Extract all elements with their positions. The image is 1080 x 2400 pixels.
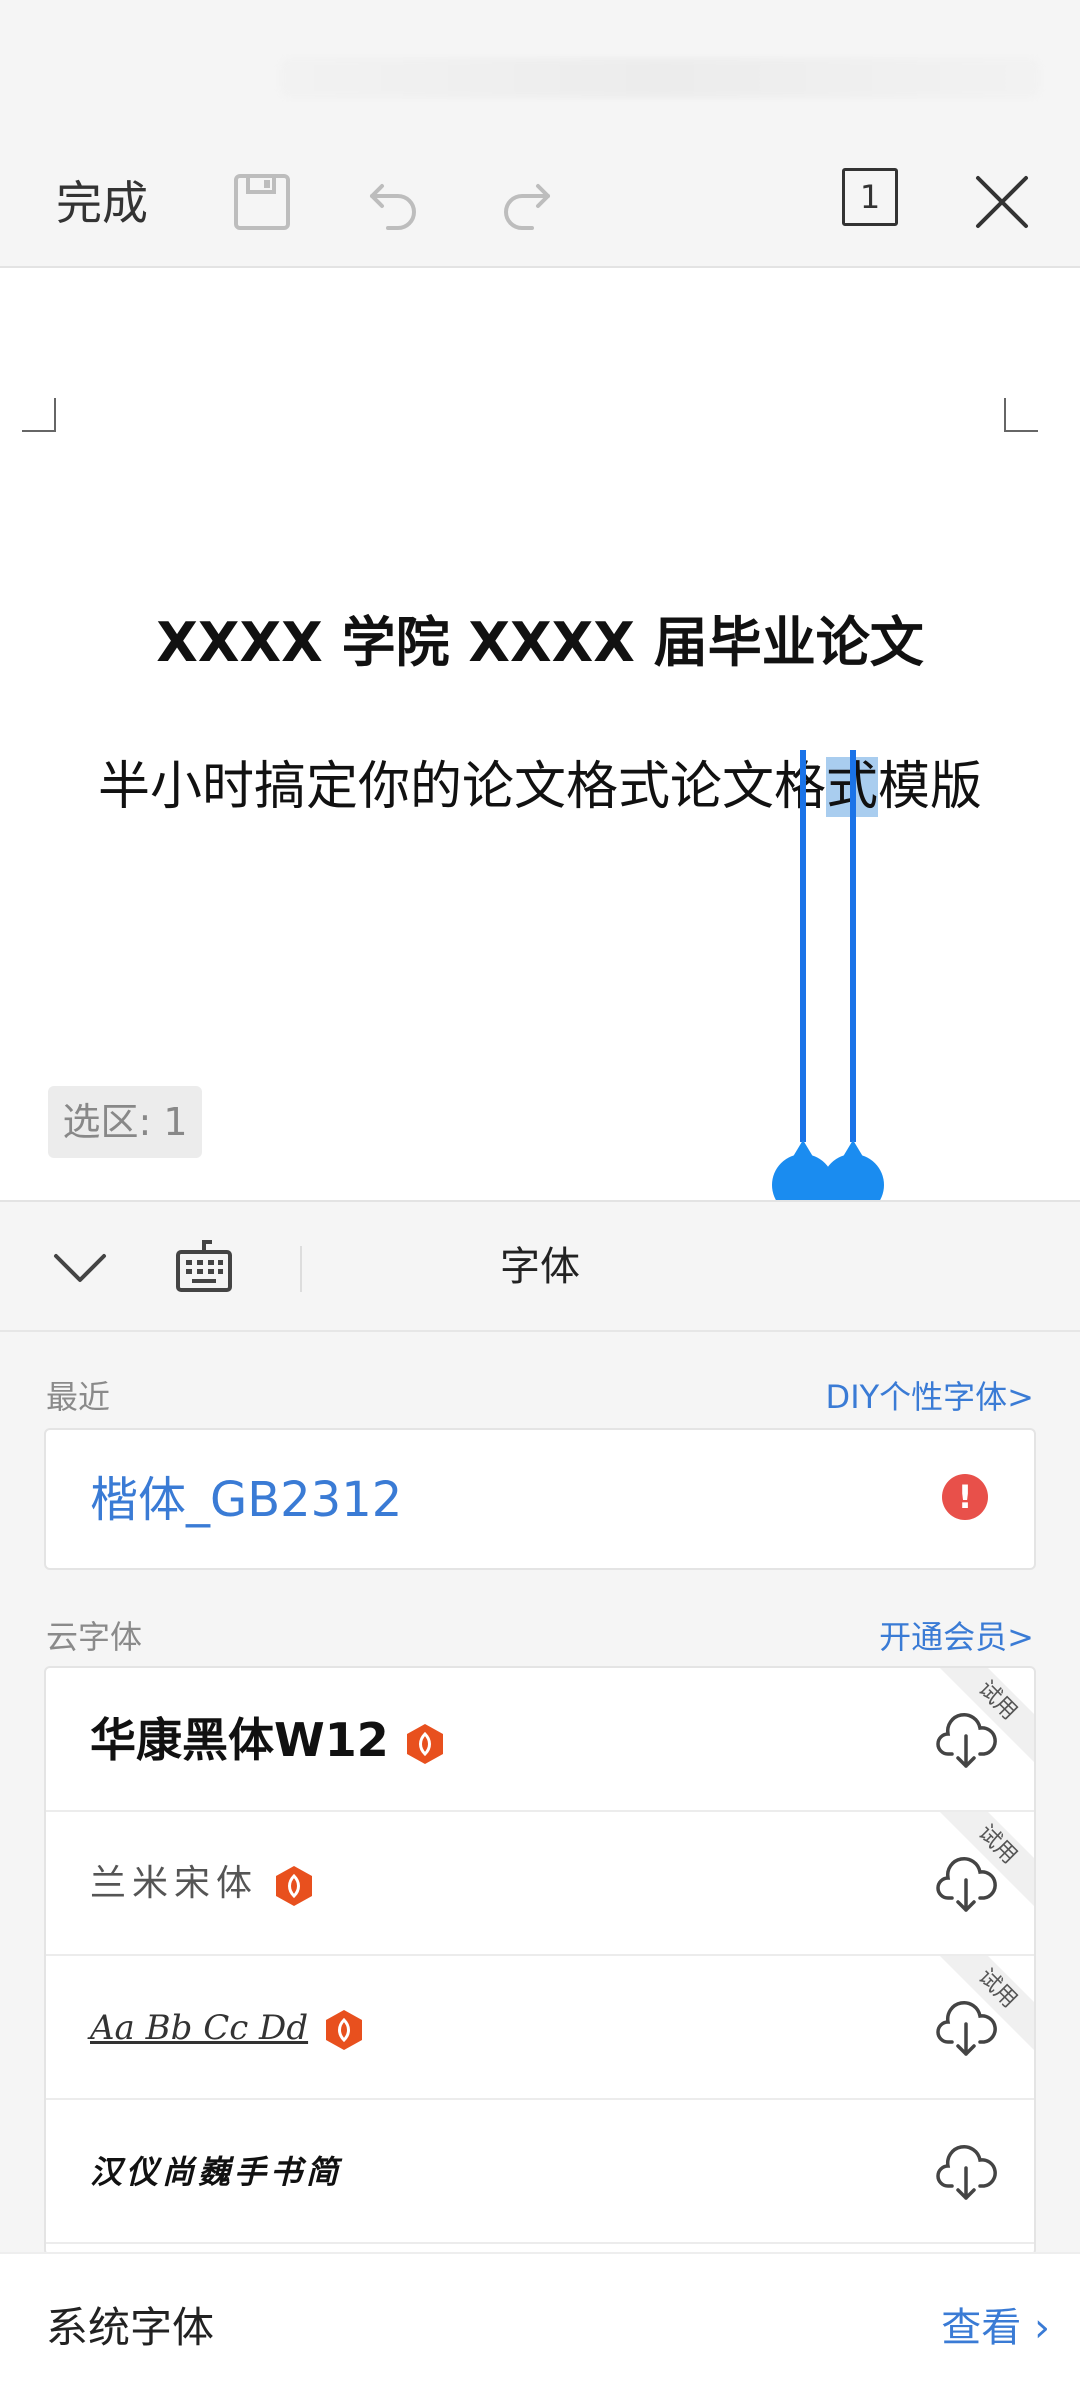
close-icon[interactable] bbox=[962, 162, 1042, 242]
font-panel: 最近 DIY个性字体> 楷体_GB2312 ! 云字体 开通会员> 华康黑体W1… bbox=[0, 1332, 1080, 2256]
document-page[interactable]: XXXX 学院 XXXX 届毕业论文 半小时搞定你的论文格式论文格式模版 选区:… bbox=[0, 270, 1080, 1216]
cloud-download-icon[interactable] bbox=[934, 1852, 998, 1916]
cloud-font-name: 兰米宋体 bbox=[90, 1852, 314, 1916]
warning-icon[interactable]: ! bbox=[942, 1474, 988, 1520]
cloud-section-label: 云字体 bbox=[46, 1618, 143, 1656]
edit-toolbar: 完成 1 bbox=[0, 140, 1080, 268]
recent-section-label: 最近 bbox=[46, 1378, 111, 1416]
document-title[interactable]: XXXX 学院 XXXX 届毕业论文 bbox=[0, 606, 1080, 680]
cloud-font-name: 华康黑体W12 bbox=[90, 1708, 445, 1772]
view-system-fonts-link[interactable]: 查看 › bbox=[941, 2298, 1050, 2358]
subtitle-text-after: 模版 bbox=[878, 757, 983, 817]
selection-count-badge: 选区: 1 bbox=[48, 1086, 202, 1158]
page-corner-mark-right bbox=[1004, 398, 1038, 432]
save-icon[interactable] bbox=[222, 162, 302, 242]
undo-icon[interactable] bbox=[354, 162, 434, 242]
cloud-font-item[interactable]: Aa Bb Cc Dd 试用 bbox=[46, 1956, 1034, 2100]
cloud-font-name: Aa Bb Cc Dd bbox=[90, 1996, 364, 2060]
vip-subscribe-link[interactable]: 开通会员> bbox=[879, 1612, 1034, 1658]
diy-font-link[interactable]: DIY个性字体> bbox=[826, 1372, 1034, 1418]
cloud-download-icon[interactable] bbox=[934, 1708, 998, 1772]
system-font-label: 系统字体 bbox=[46, 2303, 215, 2352]
page-corner-mark-left bbox=[22, 398, 56, 432]
page-count-button[interactable]: 1 bbox=[842, 168, 898, 226]
system-font-bar[interactable]: 系统字体 查看 › bbox=[0, 2252, 1080, 2400]
vip-badge-icon bbox=[326, 2010, 363, 2050]
cloud-download-icon[interactable] bbox=[934, 2140, 998, 2204]
font-panel-header: 字体 bbox=[0, 1200, 1080, 1332]
cloud-download-icon[interactable] bbox=[934, 1996, 998, 2060]
vip-badge-icon bbox=[276, 1866, 313, 1906]
cloud-font-item[interactable]: 华康黑体W12 试用 bbox=[46, 1668, 1034, 1812]
cloud-font-item[interactable]: 兰米宋体 试用 bbox=[46, 1812, 1034, 1956]
cloud-font-item[interactable]: 汉仪尚巍手书简 bbox=[46, 2100, 1034, 2244]
done-button[interactable]: 完成 bbox=[56, 166, 148, 240]
chevron-right-icon: › bbox=[1034, 2305, 1050, 2351]
recent-font-card[interactable]: 楷体_GB2312 ! bbox=[44, 1428, 1036, 1570]
selection-handle-start-line[interactable] bbox=[800, 750, 806, 1142]
subtitle-text-before: 半小时搞定你的论文格式论文格 bbox=[98, 757, 827, 817]
status-bar bbox=[0, 0, 1080, 140]
selection-handle-end-line[interactable] bbox=[850, 750, 856, 1142]
font-panel-title: 字体 bbox=[500, 1244, 580, 1290]
cloud-font-name: 汉仪尚巍手书简 bbox=[90, 2153, 343, 2191]
redo-icon[interactable] bbox=[486, 162, 566, 242]
vip-badge-icon bbox=[406, 1723, 443, 1764]
cloud-font-list: 华康黑体W12 试用 兰米宋体 试用 Aa Bb Cc Dd 试用 汉仪尚巍手书… bbox=[44, 1666, 1036, 2256]
status-bar-blurred bbox=[280, 58, 1040, 98]
recent-font-name[interactable]: 楷体_GB2312 bbox=[90, 1470, 402, 1530]
